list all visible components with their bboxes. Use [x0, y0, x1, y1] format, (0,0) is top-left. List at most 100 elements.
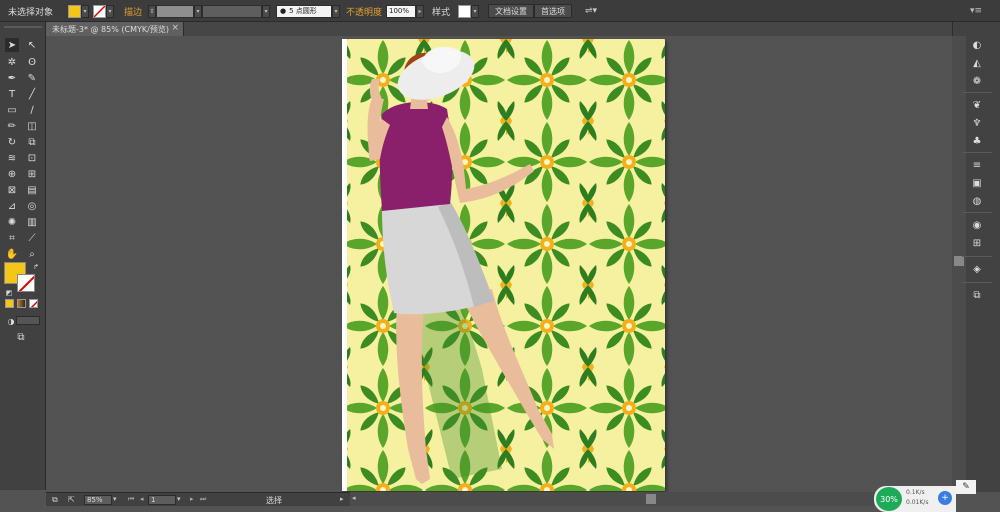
color-mode-icon[interactable] — [5, 299, 14, 308]
next-artboard-icon[interactable]: ▸ — [190, 495, 194, 503]
profile-dropdown[interactable]: ▾ — [262, 4, 270, 18]
draw-mode-selector[interactable] — [16, 316, 40, 325]
opacity-label[interactable]: 不透明度 — [346, 4, 382, 18]
type-tool-icon[interactable]: T — [5, 87, 19, 101]
paintbrush-tool-icon[interactable]: ∕ — [25, 103, 39, 117]
screen-mode-icon[interactable]: ⧉ — [14, 330, 28, 344]
direct-selection-tool-icon[interactable]: ↖ — [25, 38, 39, 52]
dock-divider — [962, 92, 992, 93]
align-panel-icon[interactable]: ⊞ — [970, 236, 984, 250]
horizontal-scrollbar[interactable]: ◂ — [350, 492, 950, 506]
stroke-label[interactable]: 描边 — [124, 4, 142, 18]
rectangle-tool-icon[interactable]: ▭ — [5, 103, 19, 117]
rotate-tool-icon[interactable]: ↻ — [5, 135, 19, 149]
document-tab[interactable]: 未标题-3* @ 85% (CMYK/预览) × — [46, 22, 184, 36]
vertical-scroll-thumb[interactable] — [954, 256, 964, 266]
magic-wand-tool-icon[interactable]: ✲ — [5, 55, 19, 69]
document-setup-button[interactable]: 文档设置 — [488, 4, 534, 18]
stroke-color-box[interactable] — [17, 274, 35, 292]
artboard-dropdown-icon[interactable]: ▾ — [177, 495, 181, 503]
preferences-button[interactable]: 首选项 — [534, 4, 572, 18]
accelerate-icon[interactable]: + — [938, 491, 952, 505]
layers-panel-icon[interactable]: ◈ — [970, 262, 984, 276]
artboards-panel-icon[interactable]: ⧉ — [970, 288, 984, 302]
artboard[interactable] — [342, 39, 665, 491]
warp-tool-icon[interactable]: ≋ — [5, 151, 19, 165]
symbols-panel-icon[interactable]: ♆ — [970, 116, 984, 130]
swatches-panel-icon[interactable]: ❁ — [970, 74, 984, 88]
curvature-tool-icon[interactable]: ✎ — [25, 71, 39, 85]
zoom-tool-icon[interactable]: ⌕ — [25, 247, 39, 261]
brush-dot-icon: ● — [280, 7, 287, 15]
eyedropper-tool-icon[interactable]: ⊿ — [5, 199, 19, 213]
shape-builder-tool-icon[interactable]: ⊕ — [5, 167, 19, 181]
network-speed-widget[interactable]: 30% 0.1K/s 0.01K/s + — [874, 486, 956, 512]
style-dropdown[interactable]: ▾ — [471, 4, 479, 18]
brush-definition[interactable]: ● 5 点圆形 — [276, 4, 332, 18]
default-colors-icon[interactable]: ◩ — [2, 286, 16, 300]
swap-fill-stroke-icon[interactable]: ↱ — [29, 260, 43, 274]
selection-tool-icon[interactable]: ➤ — [5, 38, 19, 52]
stroke-panel-icon[interactable]: ≡ — [970, 158, 984, 172]
vertical-scrollbar[interactable] — [952, 36, 966, 490]
panel-menu-icon[interactable]: ▾≡ — [970, 4, 982, 18]
artboard-navigator-icon[interactable]: ⧉ — [52, 495, 58, 505]
transparency-panel-icon[interactable]: ◍ — [970, 194, 984, 208]
share-icon[interactable]: ⇱ — [68, 495, 75, 504]
line-tool-icon[interactable]: ╱ — [25, 87, 39, 101]
brushes-panel-icon[interactable]: ❦ — [970, 98, 984, 112]
color-guide-icon[interactable]: ◭ — [970, 56, 984, 70]
zoom-dropdown-icon[interactable]: ▾ — [113, 495, 117, 503]
document-tab-bar: 未标题-3* @ 85% (CMYK/预览) × — [46, 22, 952, 36]
mesh-tool-icon[interactable]: ⊠ — [5, 183, 19, 197]
artboard-tool-icon[interactable]: ⌗ — [5, 231, 19, 245]
perspective-grid-tool-icon[interactable]: ⊞ — [25, 167, 39, 181]
column-graph-tool-icon[interactable]: ▥ — [25, 215, 39, 229]
current-tool-status[interactable]: 选择 — [266, 495, 282, 506]
stroke-weight-stepper[interactable]: ⇕ — [148, 4, 156, 18]
previous-artboard-icon[interactable]: ◂ — [140, 495, 144, 503]
stroke-color-swatch[interactable] — [93, 4, 106, 18]
free-transform-tool-icon[interactable]: ⊡ — [25, 151, 39, 165]
lasso-tool-icon[interactable]: ʘ — [25, 55, 39, 69]
document-tab-title: 未标题-3* @ 85% (CMYK/预览) — [52, 24, 169, 34]
pen-tool-icon[interactable]: ✒ — [5, 71, 19, 85]
appearance-panel-icon[interactable]: ◉ — [970, 218, 984, 232]
pencil-tool-icon[interactable]: ✏ — [5, 119, 19, 133]
none-mode-icon[interactable] — [29, 299, 38, 308]
last-artboard-icon[interactable]: ⏭ — [200, 495, 206, 504]
brush-dropdown[interactable]: ▾ — [332, 4, 340, 18]
arrange-documents-icon[interactable]: ⇌▾ — [585, 4, 597, 18]
stroke-dropdown[interactable]: ▾ — [106, 4, 114, 18]
fill-color-swatch[interactable] — [68, 4, 81, 18]
color-panel-icon[interactable]: ◐ — [970, 38, 984, 52]
close-tab-icon[interactable]: × — [171, 23, 179, 33]
gradient-tool-icon[interactable]: ▤ — [25, 183, 39, 197]
gradient-mode-icon[interactable] — [17, 299, 26, 308]
fill-dropdown[interactable]: ▾ — [81, 4, 89, 18]
symbol-sprayer-tool-icon[interactable]: ✺ — [5, 215, 19, 229]
opacity-dropdown[interactable]: ▸ — [416, 4, 424, 18]
opacity-field[interactable]: 100% — [386, 4, 416, 18]
graphic-style-swatch[interactable] — [458, 4, 471, 18]
eraser-tool-icon[interactable]: ◫ — [25, 119, 39, 133]
zoom-field[interactable]: 85% — [84, 495, 112, 505]
panel-grip[interactable] — [4, 26, 42, 28]
graphic-styles-icon[interactable]: ♣ — [970, 134, 984, 148]
upload-speed: 0.1K/s — [906, 489, 925, 496]
dock-divider — [962, 256, 992, 257]
variable-width-profile[interactable] — [202, 4, 262, 18]
scroll-left-icon[interactable]: ◂ — [352, 494, 356, 502]
artboard-number-field[interactable]: 1 — [148, 495, 176, 505]
slice-tool-icon[interactable]: ⟋ — [25, 231, 39, 245]
wrench-icon[interactable]: ✎ — [956, 480, 976, 494]
horizontal-scroll-thumb[interactable] — [646, 494, 656, 504]
gradient-panel-icon[interactable]: ▣ — [970, 176, 984, 190]
blend-tool-icon[interactable]: ◎ — [25, 199, 39, 213]
first-artboard-icon[interactable]: ⏮ — [128, 495, 134, 504]
stroke-weight-field[interactable] — [156, 4, 194, 18]
status-menu-icon[interactable]: ▸ — [340, 495, 344, 503]
hand-tool-icon[interactable]: ✋ — [5, 247, 19, 261]
scale-tool-icon[interactable]: ⧉ — [25, 135, 39, 149]
stroke-weight-dropdown[interactable]: ▾ — [194, 4, 202, 18]
